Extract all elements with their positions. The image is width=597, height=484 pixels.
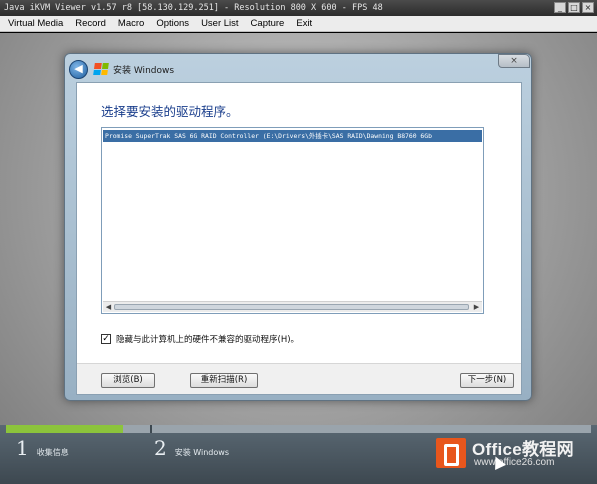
close-window-button[interactable]: × — [582, 2, 594, 13]
horizontal-scrollbar[interactable]: ◀ ▶ — [103, 301, 482, 312]
dialog-close-button[interactable]: × — [498, 54, 530, 68]
setup-step-1: 1 收集信息 — [16, 436, 69, 460]
menu-exit[interactable]: Exit — [290, 18, 318, 29]
maximize-button[interactable]: □ — [568, 2, 580, 13]
page-title: 选择要安装的驱动程序。 — [101, 104, 239, 119]
menu-capture[interactable]: Capture — [245, 18, 291, 29]
minimize-button[interactable]: _ — [554, 2, 566, 13]
kvm-title-bar: Java iKVM Viewer v1.57 r8 [58.130.129.25… — [0, 0, 597, 16]
back-arrow-icon[interactable]: ◀ — [69, 59, 88, 79]
menu-virtual-media[interactable]: Virtual Media — [2, 18, 69, 29]
step-number: 1 — [16, 436, 29, 460]
scrollbar-thumb[interactable] — [114, 304, 469, 310]
menu-user-list[interactable]: User List — [195, 18, 244, 29]
next-button[interactable]: 下一步(N) — [460, 373, 514, 388]
hide-incompatible-label[interactable]: 隐藏与此计算机上的硬件不兼容的驱动程序(H)。 — [116, 333, 299, 345]
menu-options[interactable]: Options — [150, 18, 195, 29]
kvm-window-controls: _ □ × — [554, 2, 594, 13]
office-logo-icon — [436, 438, 466, 468]
watermark-logo: Office教程网 www.office26.com — [436, 435, 586, 475]
scroll-left-icon[interactable]: ◀ — [104, 303, 113, 311]
kvm-window-title: Java iKVM Viewer v1.57 r8 [58.130.129.25… — [4, 3, 383, 13]
menu-record[interactable]: Record — [69, 18, 112, 29]
hide-incompatible-checkbox[interactable]: ✓ — [101, 334, 111, 344]
step-divider — [150, 425, 152, 433]
windows-logo-icon — [93, 63, 109, 75]
step-label: 收集信息 — [36, 448, 69, 457]
hide-incompatible-row[interactable]: ✓ 隐藏与此计算机上的硬件不兼容的驱动程序(H)。 — [101, 333, 299, 345]
menu-macro[interactable]: Macro — [112, 18, 150, 29]
setup-progress-fill — [6, 425, 123, 433]
driver-list[interactable]: Promise SuperTrak SAS 6G RAID Controller… — [101, 127, 484, 314]
rescan-button[interactable]: 重新扫描(R) — [190, 373, 258, 388]
setup-progress-bar — [6, 425, 591, 433]
dialog-title: 安装 Windows — [113, 65, 175, 76]
browse-button[interactable]: 浏览(B) — [101, 373, 155, 388]
step-number: 2 — [154, 436, 167, 460]
watermark-url: www.office26.com — [474, 457, 555, 468]
driver-list-item[interactable]: Promise SuperTrak SAS 6G RAID Controller… — [103, 130, 482, 142]
step-label: 安装 Windows — [174, 448, 229, 457]
kvm-menu-bar: Virtual Media Record Macro Options User … — [0, 16, 597, 32]
scroll-right-icon[interactable]: ▶ — [472, 303, 481, 311]
setup-step-2: 2 安装 Windows — [154, 436, 229, 460]
dialog-header: ◀ 安装 Windows — [68, 57, 498, 81]
